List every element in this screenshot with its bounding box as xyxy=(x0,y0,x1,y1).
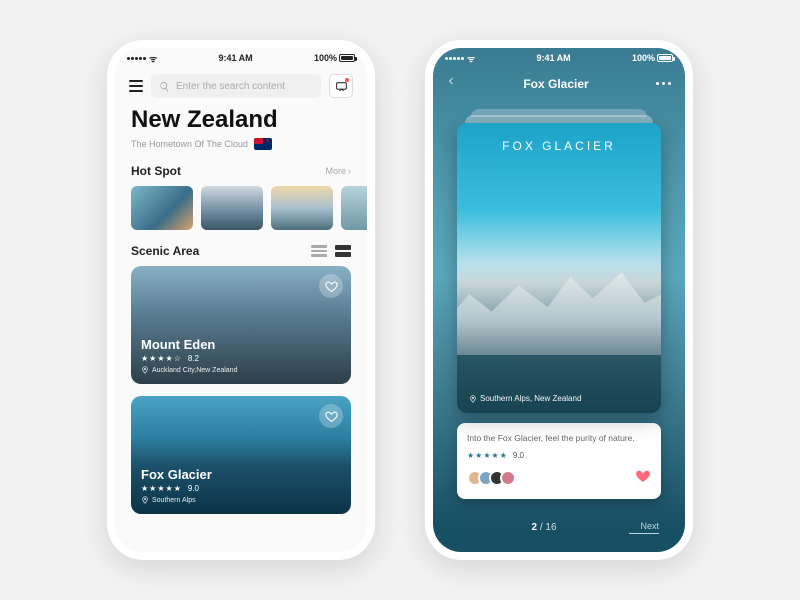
heart-icon xyxy=(325,280,338,293)
chat-button[interactable] xyxy=(329,74,353,98)
page-subtitle: The Hometown Of The Cloud xyxy=(131,139,248,149)
battery-icon xyxy=(657,54,673,62)
card-stack[interactable]: FOX GLACIER Southern Alps, New Zealand xyxy=(457,113,661,413)
phone-frame-right: ᯤ 9:41 AM 100% Fox Glacier FOX GLACIER xyxy=(425,40,693,560)
favorite-button[interactable] xyxy=(319,274,343,298)
card-title: Mount Eden xyxy=(141,337,341,352)
menu-icon[interactable] xyxy=(129,80,143,92)
detail-title: Fox Glacier xyxy=(523,77,588,91)
hero-card[interactable]: FOX GLACIER Southern Alps, New Zealand xyxy=(457,123,661,413)
scenic-card[interactable]: Mount Eden ★★★★☆ 8.2 Auckland City,New Z… xyxy=(131,266,351,384)
hot-spot-title: Hot Spot xyxy=(131,164,181,178)
favorite-button[interactable] xyxy=(319,404,343,428)
search-placeholder: Enter the search content xyxy=(176,81,285,92)
pagination: 2 / 16 Next xyxy=(433,521,685,534)
scenic-card[interactable]: Fox Glacier ★★★★★ 9.0 Southern Alps xyxy=(131,396,351,514)
more-button[interactable] xyxy=(656,82,671,85)
chevron-right-icon: › xyxy=(348,166,351,176)
scenic-list: Mount Eden ★★★★☆ 8.2 Auckland City,New Z… xyxy=(115,266,367,514)
pin-icon xyxy=(141,496,149,504)
hot-spot-carousel[interactable] xyxy=(115,186,367,230)
battery-percent: 100% xyxy=(632,53,655,63)
back-button[interactable] xyxy=(447,74,456,93)
hot-spot-thumb[interactable] xyxy=(131,186,193,230)
hero-title: FOX GLACIER xyxy=(457,139,661,153)
search-icon xyxy=(159,81,170,92)
view-toggle xyxy=(311,245,351,257)
clock: 9:41 AM xyxy=(219,53,253,63)
heart-filled-icon xyxy=(635,468,651,484)
page-indicator: 2 / 16 xyxy=(531,522,556,533)
hot-spot-more-button[interactable]: More › xyxy=(325,166,351,176)
page-title: New Zealand xyxy=(131,106,351,134)
scenic-area-header: Scenic Area xyxy=(115,230,367,266)
search-input[interactable]: Enter the search content xyxy=(151,74,321,98)
battery-icon xyxy=(339,54,355,62)
battery-percent: 100% xyxy=(314,53,337,63)
card-rating: 9.0 xyxy=(188,484,199,493)
card-title: Fox Glacier xyxy=(141,467,341,482)
stack-back-card-icon xyxy=(465,115,653,123)
hot-spot-thumb[interactable] xyxy=(201,186,263,230)
card-location: Southern Alps xyxy=(152,497,196,504)
hero-location: Southern Alps, New Zealand xyxy=(480,394,581,403)
hot-spot-thumb[interactable] xyxy=(271,186,333,230)
card-rating: 8.2 xyxy=(188,354,199,363)
like-button[interactable] xyxy=(635,468,651,489)
clock: 9:41 AM xyxy=(537,53,571,63)
status-bar: ᯤ 9:41 AM 100% xyxy=(433,48,685,68)
notification-dot-icon xyxy=(345,78,349,82)
description-rating: 9.0 xyxy=(513,451,524,460)
phone-frame-left: ᯤ 9:41 AM 100% Enter the search content … xyxy=(107,40,375,560)
star-icons: ★★★★☆ xyxy=(141,354,182,363)
pin-icon xyxy=(141,366,149,374)
scenic-area-title: Scenic Area xyxy=(131,244,199,258)
star-icons: ★★★★★ xyxy=(141,484,182,493)
pin-icon xyxy=(469,395,477,403)
hero-image xyxy=(457,123,661,413)
hot-spot-thumb[interactable] xyxy=(341,186,367,230)
heart-icon xyxy=(325,410,338,423)
description-card: Into the Fox Glacier, feel the purity of… xyxy=(457,423,661,499)
wifi-icon: ᯤ xyxy=(467,52,475,65)
list-view-button[interactable] xyxy=(311,245,327,257)
grid-view-button[interactable] xyxy=(335,245,351,257)
star-icons: ★★★★★ xyxy=(467,451,508,460)
description-text: Into the Fox Glacier, feel the purity of… xyxy=(467,433,651,445)
status-bar: ᯤ 9:41 AM 100% xyxy=(115,48,367,68)
signal-dots-icon xyxy=(127,57,146,60)
next-label: Next xyxy=(640,521,659,531)
top-bar: Enter the search content xyxy=(115,68,367,104)
wifi-icon: ᯤ xyxy=(149,52,157,65)
screen-home: ᯤ 9:41 AM 100% Enter the search content … xyxy=(115,48,367,552)
underline-icon xyxy=(629,533,659,534)
nz-flag-icon xyxy=(254,138,272,150)
signal-dots-icon xyxy=(445,57,464,60)
card-location: Auckland City,New Zealand xyxy=(152,367,237,374)
chevron-left-icon xyxy=(447,74,456,88)
detail-header: Fox Glacier xyxy=(433,68,685,95)
screen-detail: ᯤ 9:41 AM 100% Fox Glacier FOX GLACIER xyxy=(433,48,685,552)
hot-spot-header: Hot Spot More › xyxy=(115,150,367,186)
avatar xyxy=(500,470,516,486)
visitor-avatars[interactable] xyxy=(467,470,516,486)
next-button[interactable]: Next xyxy=(629,521,659,534)
page-heading: New Zealand The Hometown Of The Cloud xyxy=(115,104,367,150)
